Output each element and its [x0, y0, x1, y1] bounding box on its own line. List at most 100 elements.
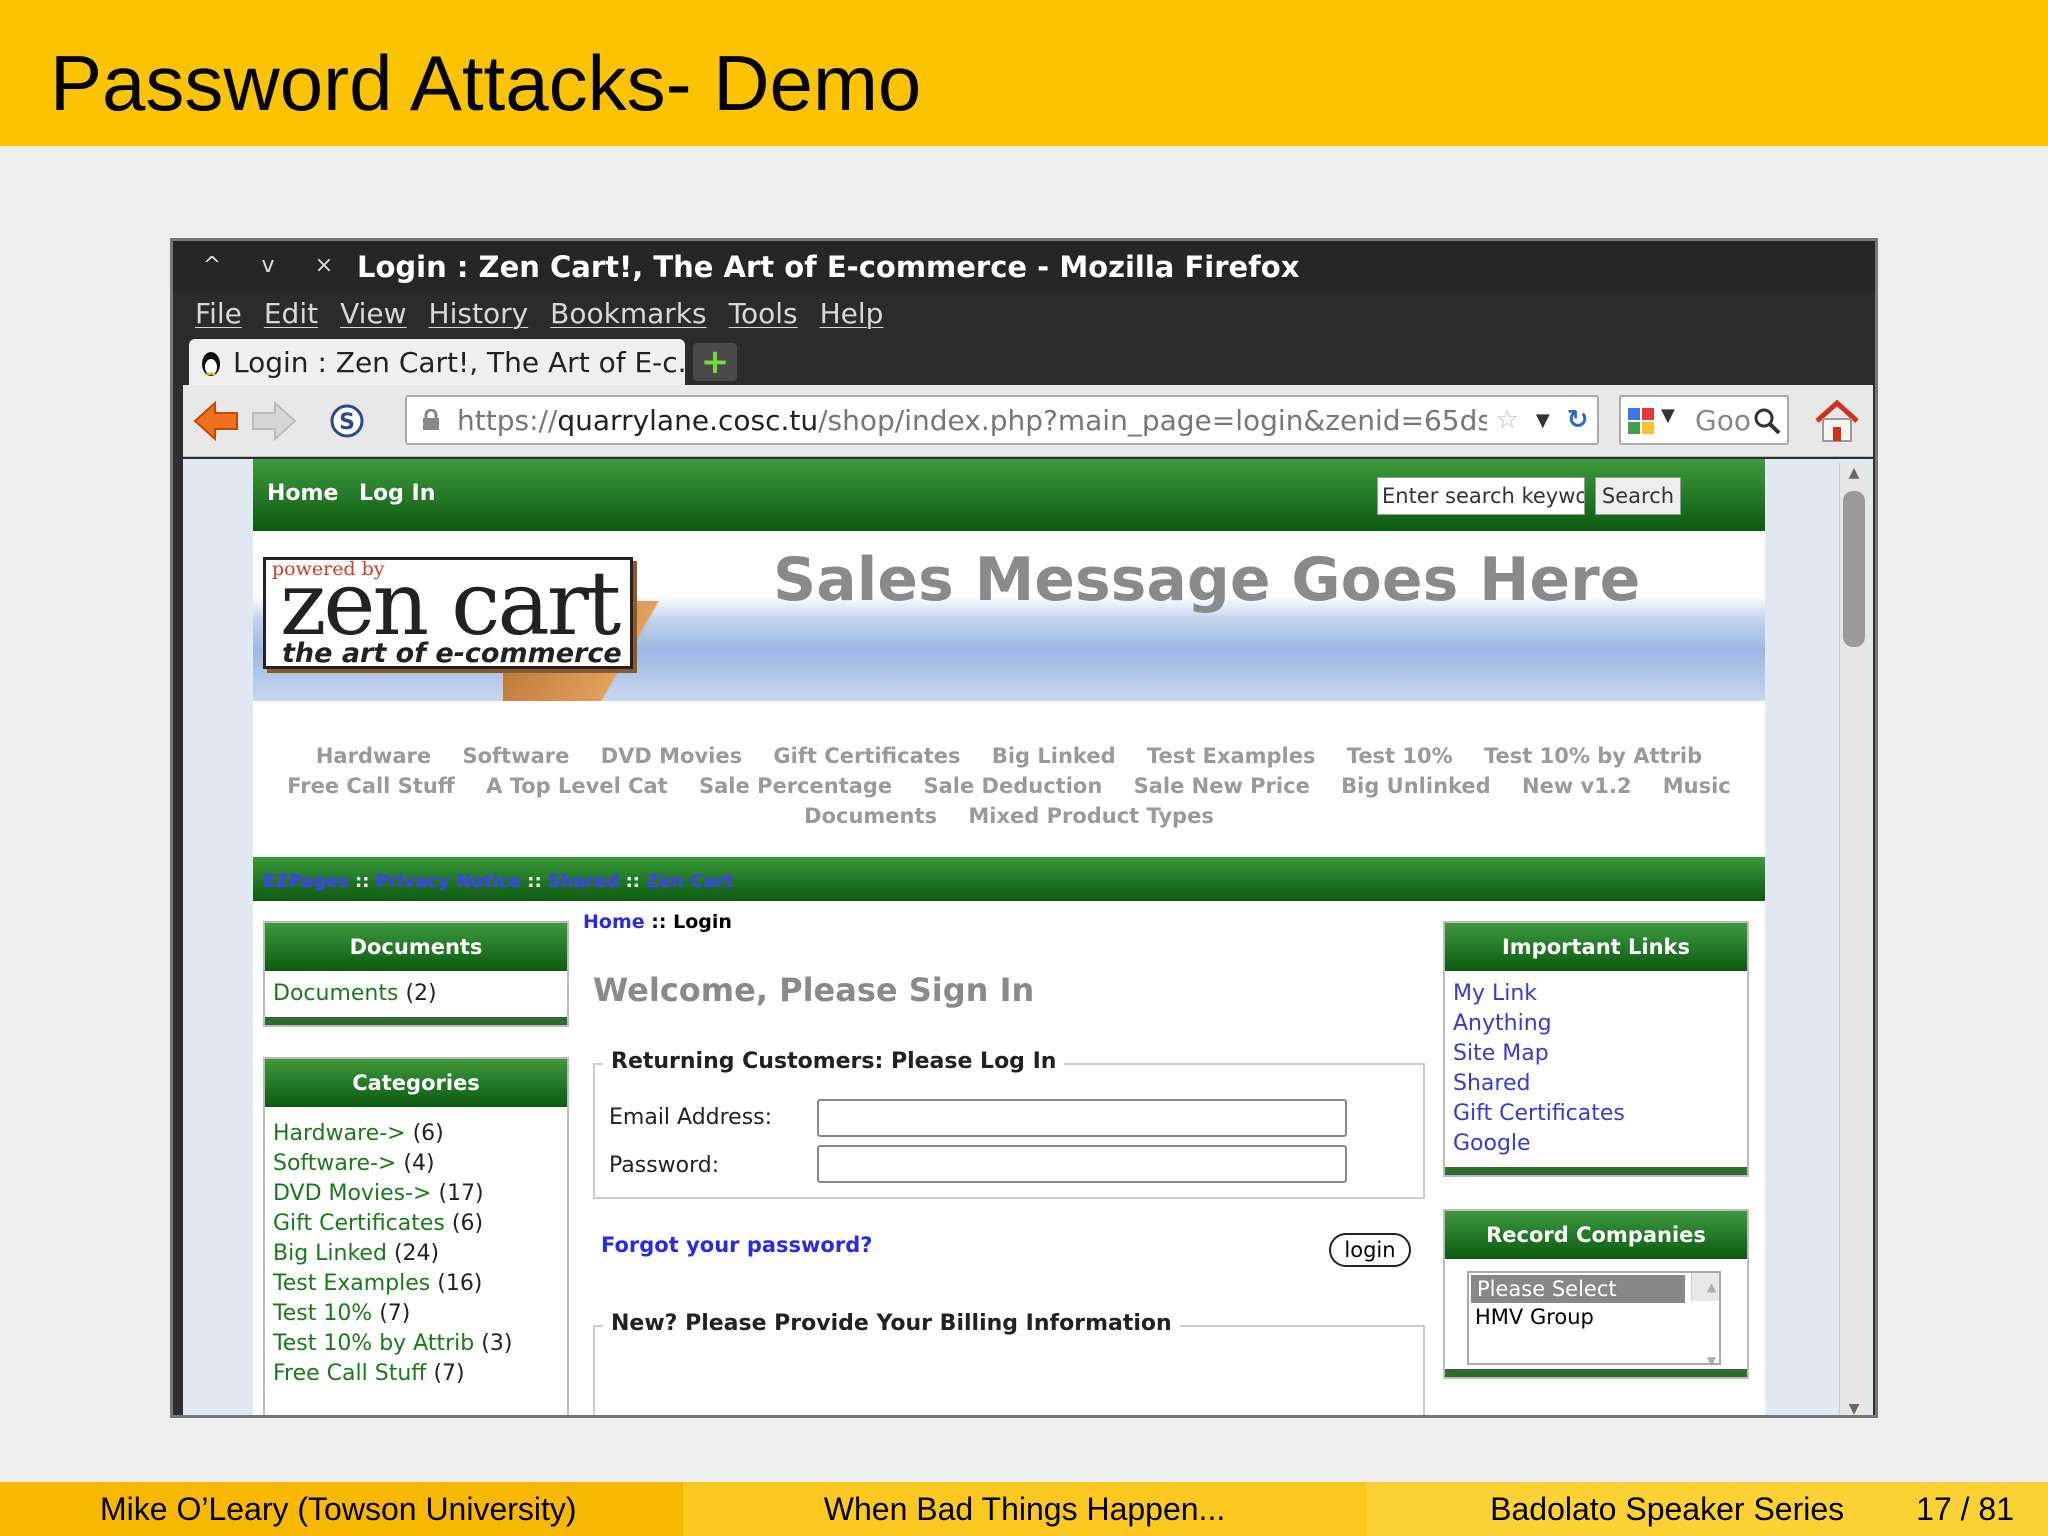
- url-host: quarrylane.cosc.tu: [557, 403, 819, 437]
- important-links-sidebox: Important Links My Link Anything Site Ma…: [1443, 921, 1749, 1177]
- select-option-selected[interactable]: Please Select: [1471, 1275, 1685, 1303]
- ez-link-privacy[interactable]: Privacy Notice: [375, 871, 521, 892]
- important-link[interactable]: My Link: [1453, 981, 1537, 1006]
- category-link[interactable]: Gift Certificates: [273, 1211, 445, 1236]
- google-icon[interactable]: [1627, 407, 1655, 435]
- category-link[interactable]: Big Linked: [273, 1241, 387, 1266]
- cat-tab-new-v12[interactable]: New v1.2: [1522, 774, 1631, 798]
- menu-file[interactable]: File: [195, 297, 242, 330]
- browser-screenshot: ^ v × Login : Zen Cart!, The Art of E-co…: [170, 238, 1878, 1418]
- nav-login-link[interactable]: Log In: [359, 481, 435, 506]
- password-label: Password:: [609, 1153, 720, 1178]
- home-icon[interactable]: [1813, 399, 1861, 443]
- select-option[interactable]: HMV Group: [1469, 1303, 1719, 1331]
- nav-home-link[interactable]: Home: [267, 481, 338, 506]
- cat-tab-dvd-movies[interactable]: DVD Movies: [601, 744, 742, 768]
- cat-tab-mixed-product-types[interactable]: Mixed Product Types: [968, 804, 1213, 828]
- category-link[interactable]: Free Call Stuff: [273, 1361, 426, 1386]
- category-link[interactable]: Software->: [273, 1151, 396, 1176]
- cat-tab-music[interactable]: Music: [1663, 774, 1731, 798]
- menu-view[interactable]: View: [340, 297, 406, 330]
- forward-arrow-icon[interactable]: [249, 399, 299, 443]
- categories-sidebox: Categories Hardware-> (6) Software-> (4)…: [263, 1057, 569, 1415]
- record-company-select[interactable]: Please Select HMV Group ▲ ▼: [1467, 1271, 1721, 1368]
- page-scrollbar[interactable]: ▲ ▼: [1839, 463, 1868, 1415]
- important-link[interactable]: Shared: [1453, 1071, 1530, 1096]
- scroll-up-icon[interactable]: ▲: [1840, 465, 1868, 481]
- logo-tagline: the art of e-commerce: [282, 638, 622, 669]
- breadcrumb-home[interactable]: Home: [583, 911, 645, 933]
- ez-separator: ::: [355, 871, 370, 892]
- important-link[interactable]: Gift Certificates: [1453, 1101, 1625, 1126]
- forgot-password-link[interactable]: Forgot your password?: [601, 1233, 872, 1257]
- important-link[interactable]: Google: [1453, 1131, 1531, 1156]
- select-scroll-up-icon[interactable]: ▲: [1698, 1273, 1719, 1301]
- ezpages-bar: EZPages:: Privacy Notice:: Shared:: Zen Car…: [253, 857, 1765, 901]
- important-links-list: My Link Anything Site Map Shared Gift Ce…: [1445, 971, 1747, 1167]
- important-link[interactable]: Anything: [1453, 1011, 1552, 1036]
- star-icon[interactable]: ☆: [1496, 405, 1519, 435]
- menu-edit[interactable]: Edit: [264, 297, 318, 330]
- list-item: Gift Certificates (6): [273, 1209, 559, 1239]
- web-search-box[interactable]: ▼ Goo: [1619, 395, 1789, 445]
- cat-tab-free-call-stuff[interactable]: Free Call Stuff: [287, 774, 455, 798]
- window-minimize-button[interactable]: ^: [193, 251, 231, 281]
- email-field[interactable]: [817, 1099, 1347, 1137]
- category-link[interactable]: Hardware->: [273, 1121, 406, 1146]
- site-search-button[interactable]: Search: [1595, 477, 1681, 515]
- search-engine-dropdown-icon[interactable]: ▼: [1661, 405, 1675, 426]
- url-bar-controls: ☆ ▼ ↻: [1487, 397, 1597, 443]
- scrollbar-thumb[interactable]: [1843, 491, 1865, 647]
- footer-author: Mike O’Leary (Towson University): [0, 1482, 683, 1536]
- password-field[interactable]: [817, 1145, 1347, 1183]
- reload-icon[interactable]: ↻: [1567, 405, 1589, 435]
- breadcrumb-separator: ::: [651, 911, 667, 933]
- cat-tab-big-unlinked[interactable]: Big Unlinked: [1341, 774, 1491, 798]
- sync-icon[interactable]: S: [329, 399, 365, 443]
- ez-link-shared[interactable]: Shared: [548, 871, 620, 892]
- ez-link-zen-cart[interactable]: Zen Cart: [646, 871, 733, 892]
- cat-tab-test-10-attrib[interactable]: Test 10% by Attrib: [1484, 744, 1702, 768]
- category-link[interactable]: Test 10% by Attrib: [273, 1331, 474, 1356]
- cat-tab-test-examples[interactable]: Test Examples: [1147, 744, 1316, 768]
- zen-cart-page: Home Log In Enter search keywords Search…: [253, 459, 1765, 1415]
- cat-tab-top-level-cat[interactable]: A Top Level Cat: [486, 774, 668, 798]
- select-scrollbar[interactable]: ▲ ▼: [1691, 1273, 1719, 1368]
- list-item: Anything: [1453, 1009, 1739, 1039]
- cat-tab-sale-deduction[interactable]: Sale Deduction: [924, 774, 1103, 798]
- tab-strip: Login : Zen Cart!, The Art of E-c... +: [173, 335, 1875, 385]
- cat-tab-test-10[interactable]: Test 10%: [1347, 744, 1453, 768]
- menu-bookmarks[interactable]: Bookmarks: [550, 297, 706, 330]
- cat-tab-documents[interactable]: Documents: [804, 804, 937, 828]
- cat-tab-gift-certificates[interactable]: Gift Certificates: [773, 744, 960, 768]
- menu-help[interactable]: Help: [820, 297, 884, 330]
- login-button[interactable]: login: [1329, 1233, 1411, 1267]
- window-close-button[interactable]: ×: [305, 251, 343, 281]
- category-link[interactable]: Test 10%: [273, 1301, 372, 1326]
- box-footer: [1445, 1369, 1747, 1377]
- cat-tab-sale-new-price[interactable]: Sale New Price: [1134, 774, 1310, 798]
- category-link[interactable]: DVD Movies->: [273, 1181, 431, 1206]
- url-bar[interactable]: https://quarrylane.cosc.tu/shop/index.ph…: [405, 395, 1599, 445]
- scroll-down-icon[interactable]: ▼: [1840, 1401, 1868, 1415]
- site-search-input[interactable]: Enter search keywords: [1377, 477, 1585, 515]
- category-link[interactable]: Test Examples: [273, 1271, 430, 1296]
- tab-login[interactable]: Login : Zen Cart!, The Art of E-c...: [189, 339, 685, 385]
- menu-tools[interactable]: Tools: [729, 297, 798, 330]
- important-link[interactable]: Site Map: [1453, 1041, 1549, 1066]
- cat-tab-software[interactable]: Software: [462, 744, 569, 768]
- cat-tab-hardware[interactable]: Hardware: [316, 744, 431, 768]
- cat-tab-big-linked[interactable]: Big Linked: [992, 744, 1116, 768]
- zen-cart-logo[interactable]: powered by zen cart the art of e-commerc…: [263, 557, 633, 669]
- back-arrow-icon[interactable]: [191, 399, 241, 443]
- dropdown-icon[interactable]: ▼: [1536, 410, 1550, 431]
- menu-history[interactable]: History: [429, 297, 529, 330]
- window-maximize-button[interactable]: v: [249, 251, 287, 281]
- list-item: Free Call Stuff (7): [273, 1359, 559, 1389]
- cat-tab-sale-percentage[interactable]: Sale Percentage: [699, 774, 892, 798]
- svg-text:S: S: [339, 410, 355, 435]
- ez-link-ezpages[interactable]: EZPages: [263, 871, 349, 892]
- magnifier-icon[interactable]: [1753, 407, 1781, 435]
- documents-link[interactable]: Documents: [273, 981, 398, 1006]
- new-tab-button[interactable]: +: [693, 343, 737, 381]
